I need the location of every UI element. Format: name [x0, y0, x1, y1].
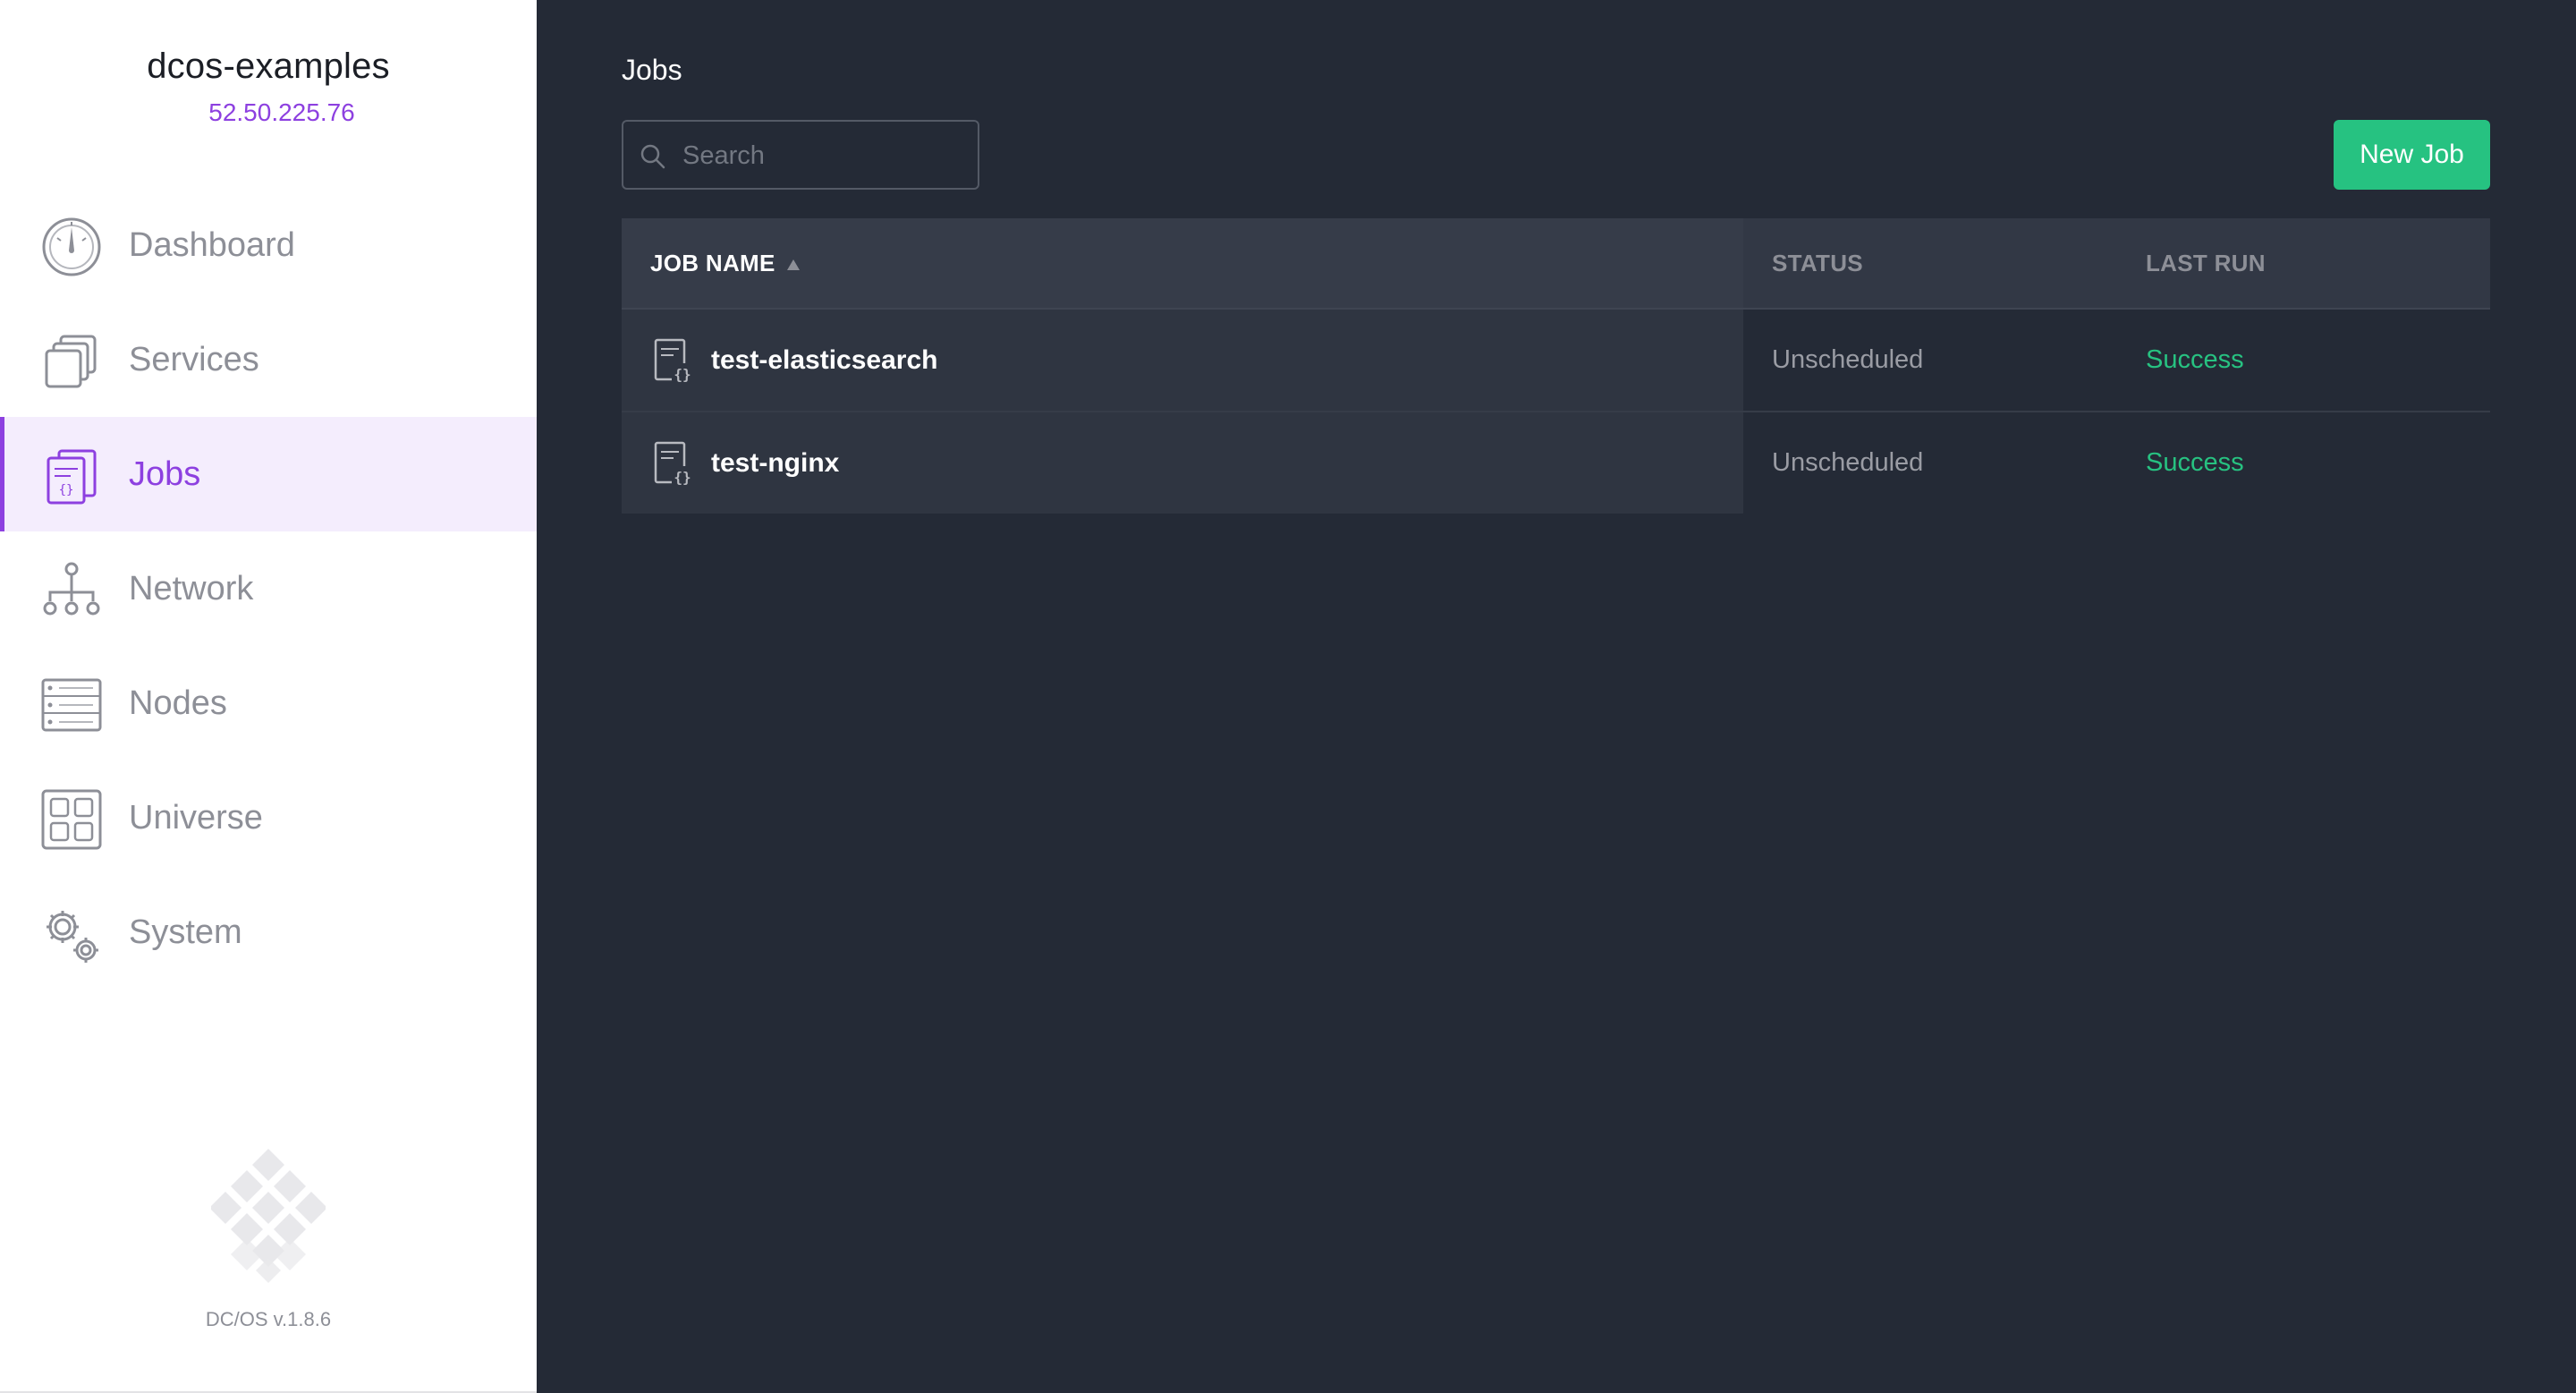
job-last-run: Success: [2146, 448, 2244, 477]
sidebar-item-dashboard[interactable]: Dashboard: [0, 188, 537, 302]
sidebar-item-label: Network: [129, 570, 254, 607]
jobs-document-icon: {}: [47, 449, 97, 505]
page-title: Jobs: [622, 54, 682, 86]
column-header-status[interactable]: STATUS: [1772, 218, 1863, 308]
sidebar-item-label: Nodes: [129, 684, 227, 722]
search-icon: [640, 144, 665, 169]
sidebar-item-label: Services: [129, 341, 259, 378]
search-input[interactable]: [681, 122, 970, 190]
sidebar-item-label: Dashboard: [129, 226, 295, 264]
svg-text:{}: {}: [674, 469, 691, 486]
universe-grid-icon: [41, 789, 102, 850]
services-stack-icon: [45, 335, 97, 388]
table-row[interactable]: {} test-elasticsearch Unscheduled Succes…: [622, 310, 2490, 412]
system-gears-icon: [47, 911, 98, 963]
cluster-name[interactable]: dcos-examples: [0, 47, 537, 87]
sidebar-item-jobs[interactable]: {} Jobs: [0, 417, 537, 531]
job-document-icon: {}: [654, 338, 693, 383]
jobs-table: JOB NAME STATUS LAST RUN {} test-elastic…: [622, 218, 2490, 514]
version-label: DC/OS v.1.8.6: [205, 1308, 332, 1330]
sidebar-item-label: System: [129, 913, 242, 951]
sidebar: dcos-examples 52.50.225.76 Dashboard Ser…: [0, 0, 537, 1393]
dashboard-gauge-icon: [42, 217, 101, 276]
sidebar-item-system[interactable]: System: [0, 875, 537, 990]
network-tree-icon: [43, 562, 100, 616]
column-header-label: JOB NAME: [650, 250, 775, 276]
sidebar-item-services[interactable]: Services: [0, 302, 537, 417]
table-header: JOB NAME STATUS LAST RUN: [622, 218, 2490, 310]
dcos-logo-icon: [211, 1149, 326, 1283]
sidebar-item-nodes[interactable]: Nodes: [0, 646, 537, 760]
sidebar-item-label: Universe: [129, 799, 263, 837]
sort-ascending-icon: [786, 259, 800, 271]
svg-text:{}: {}: [59, 483, 74, 497]
column-header-job-name[interactable]: JOB NAME: [650, 218, 801, 308]
job-document-icon: {}: [654, 441, 693, 486]
cluster-ip: 52.50.225.76: [208, 98, 355, 126]
sidebar-item-universe[interactable]: Universe: [0, 760, 537, 875]
new-job-button[interactable]: New Job: [2334, 120, 2490, 190]
job-status: Unscheduled: [1772, 345, 1924, 374]
job-last-run: Success: [2146, 345, 2244, 374]
nodes-server-icon: [41, 678, 102, 732]
sidebar-item-network[interactable]: Network: [0, 531, 537, 646]
job-name-link[interactable]: test-elasticsearch: [711, 310, 937, 411]
column-header-last-run[interactable]: LAST RUN: [2146, 218, 2266, 308]
sidebar-item-label: Jobs: [129, 455, 201, 493]
job-status: Unscheduled: [1772, 448, 1924, 477]
table-row[interactable]: {} test-nginx Unscheduled Success: [622, 412, 2490, 514]
svg-text:{}: {}: [674, 366, 691, 383]
job-name-link[interactable]: test-nginx: [711, 412, 839, 514]
search-box[interactable]: [622, 120, 979, 190]
